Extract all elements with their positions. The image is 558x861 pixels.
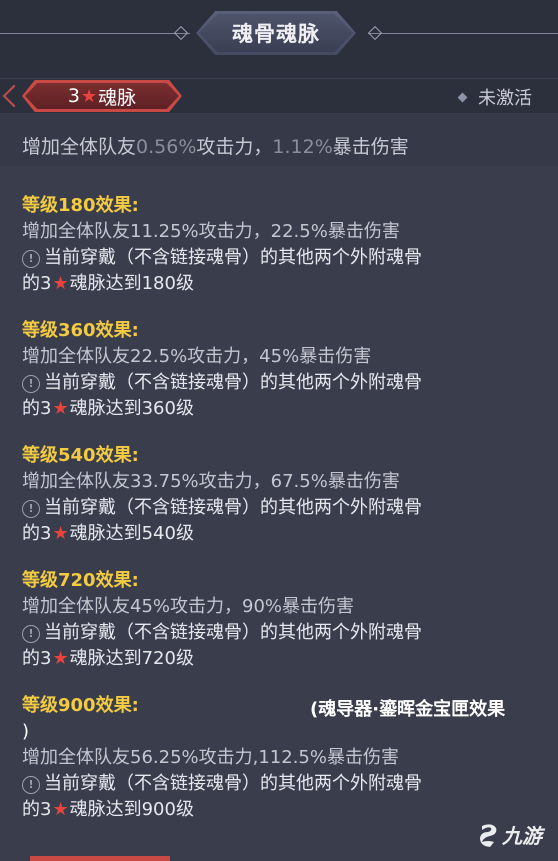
summary-prefix: 增加全体队友: [22, 136, 137, 158]
header-divider-left: [0, 33, 190, 34]
header-badge: 魂骨魂脉: [196, 11, 356, 55]
summary-mid: 攻击力，: [196, 136, 273, 158]
diamond-icon: [457, 92, 468, 102]
nine-game-logo-icon: [480, 823, 497, 847]
warning-icon: !: [22, 250, 40, 268]
level-title: 等级180效果:: [22, 195, 139, 216]
level-900-block: 等级900效果: (魂导器·鎏晖金宝匣效果 ) 增加全体队友56.25%攻击力,…: [22, 695, 552, 823]
header-divider-right: [368, 33, 558, 34]
activation-status: 未激活: [457, 84, 532, 110]
artifact-note-close: ): [22, 721, 30, 742]
summary-crit-value: 1.12%: [272, 136, 333, 158]
star-icon: ★: [52, 648, 69, 669]
level-effect: 增加全体队友56.25%攻击力,112.5%暴击伤害: [22, 747, 399, 768]
level-720-block: 等级720效果: 增加全体队友45%攻击力，90%暴击伤害 ! 当前穿戴（不含链接…: [22, 570, 552, 672]
level-condition: ! 当前穿戴（不含链接魂骨）的其他两个外附魂骨: [22, 495, 552, 521]
level-condition-cont: 的3★魂脉达到540级: [22, 523, 194, 544]
level-condition: ! 当前穿戴（不含链接魂骨）的其他两个外附魂骨: [22, 620, 552, 646]
warning-icon: !: [22, 776, 40, 794]
next-tag-edge: [30, 856, 170, 861]
level-effect: 增加全体队友22.5%攻击力，45%暴击伤害: [22, 346, 372, 367]
star-icon: ★: [52, 273, 69, 294]
level-condition: ! 当前穿戴（不含链接魂骨）的其他两个外附魂骨: [22, 370, 552, 396]
level-condition: ! 当前穿戴（不含链接魂骨）的其他两个外附魂骨: [22, 245, 552, 271]
star-icon: ★: [52, 799, 69, 820]
star-icon: ★: [52, 523, 69, 544]
warning-icon: !: [22, 625, 40, 643]
level-title: 等级360效果:: [22, 320, 139, 341]
level-180-block: 等级180效果: 增加全体队友11.25%攻击力，22.5%暴击伤害 ! 当前穿戴…: [22, 195, 552, 297]
tag-star-count: 3: [67, 85, 80, 107]
star-icon: ★: [80, 85, 98, 107]
level-title: 等级540效果:: [22, 445, 139, 466]
summary-attack-value: 0.56%: [136, 136, 197, 158]
warning-icon: !: [22, 375, 40, 393]
summary-text: 增加全体队友0.56%攻击力，1.12%暴击伤害: [22, 132, 409, 159]
artifact-effect-note: (魂导器·鎏晖金宝匣效果: [310, 699, 506, 720]
watermark-logo: 九游: [478, 820, 542, 849]
watermark-text: 九游: [502, 824, 542, 848]
level-condition-cont: 的3★魂脉达到900级: [22, 799, 194, 820]
level-condition-cont: 的3★魂脉达到180级: [22, 273, 194, 294]
level-540-block: 等级540效果: 增加全体队友33.75%攻击力，67.5%暴击伤害 ! 当前穿戴…: [22, 445, 552, 547]
summary-suffix: 暴击伤害: [332, 136, 409, 158]
level-effect: 增加全体队友45%攻击力，90%暴击伤害: [22, 596, 355, 617]
tag-label: 魂脉: [98, 86, 137, 109]
level-360-block: 等级360效果: 增加全体队友22.5%攻击力，45%暴击伤害 ! 当前穿戴（不含…: [22, 320, 552, 422]
warning-icon: !: [22, 500, 40, 518]
star-icon: ★: [52, 398, 69, 419]
level-title: 等级720效果:: [22, 570, 139, 591]
level-effect: 增加全体队友11.25%攻击力，22.5%暴击伤害: [22, 221, 400, 242]
status-text: 未激活: [478, 88, 532, 109]
level-condition: ! 当前穿戴（不含链接魂骨）的其他两个外附魂骨: [22, 771, 552, 797]
page-title: 魂骨魂脉: [232, 22, 320, 46]
soul-vein-tag: 3 ★ 魂脉: [22, 80, 182, 112]
level-effect: 增加全体队友33.75%攻击力，67.5%暴击伤害: [22, 471, 400, 492]
level-condition-cont: 的3★魂脉达到360级: [22, 398, 194, 419]
level-condition-cont: 的3★魂脉达到720级: [22, 648, 194, 669]
